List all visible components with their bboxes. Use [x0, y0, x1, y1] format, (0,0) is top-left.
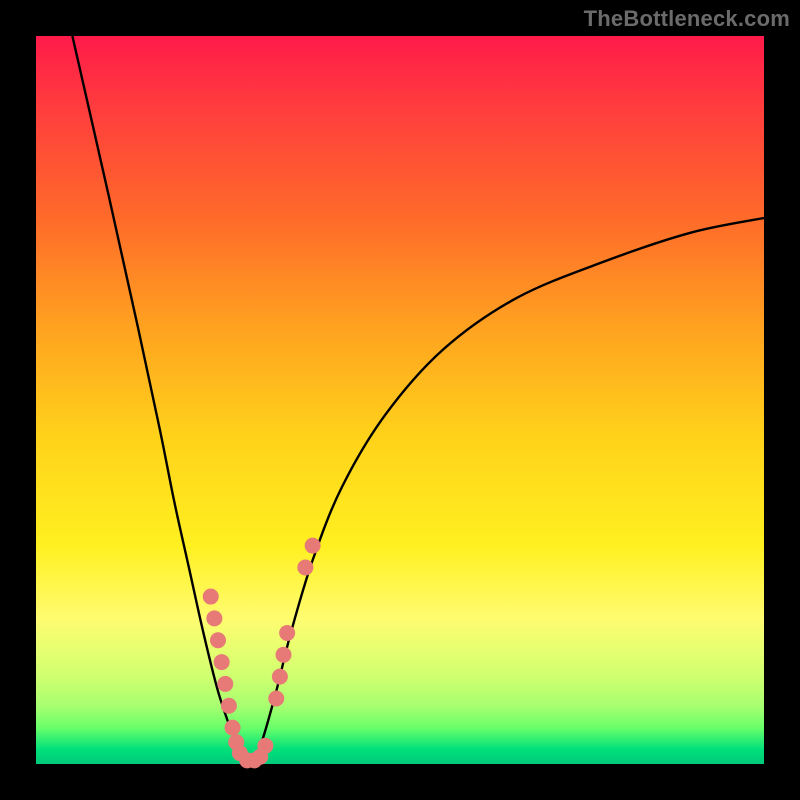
data-marker: [305, 538, 321, 554]
data-marker: [221, 698, 237, 714]
data-marker: [203, 589, 219, 605]
plot-area: [36, 36, 764, 764]
data-marker: [206, 610, 222, 626]
data-markers: [203, 538, 321, 769]
data-marker: [276, 647, 292, 663]
chart-container: TheBottleneck.com: [0, 0, 800, 800]
data-marker: [257, 738, 273, 754]
data-marker: [297, 559, 313, 575]
chart-overlay: [36, 36, 764, 764]
data-marker: [225, 720, 241, 736]
watermark: TheBottleneck.com: [584, 6, 790, 32]
data-marker: [268, 690, 284, 706]
data-marker: [210, 632, 226, 648]
data-marker: [279, 625, 295, 641]
bottleneck-curve: [72, 36, 764, 764]
data-marker: [272, 669, 288, 685]
data-marker: [214, 654, 230, 670]
data-marker: [217, 676, 233, 692]
